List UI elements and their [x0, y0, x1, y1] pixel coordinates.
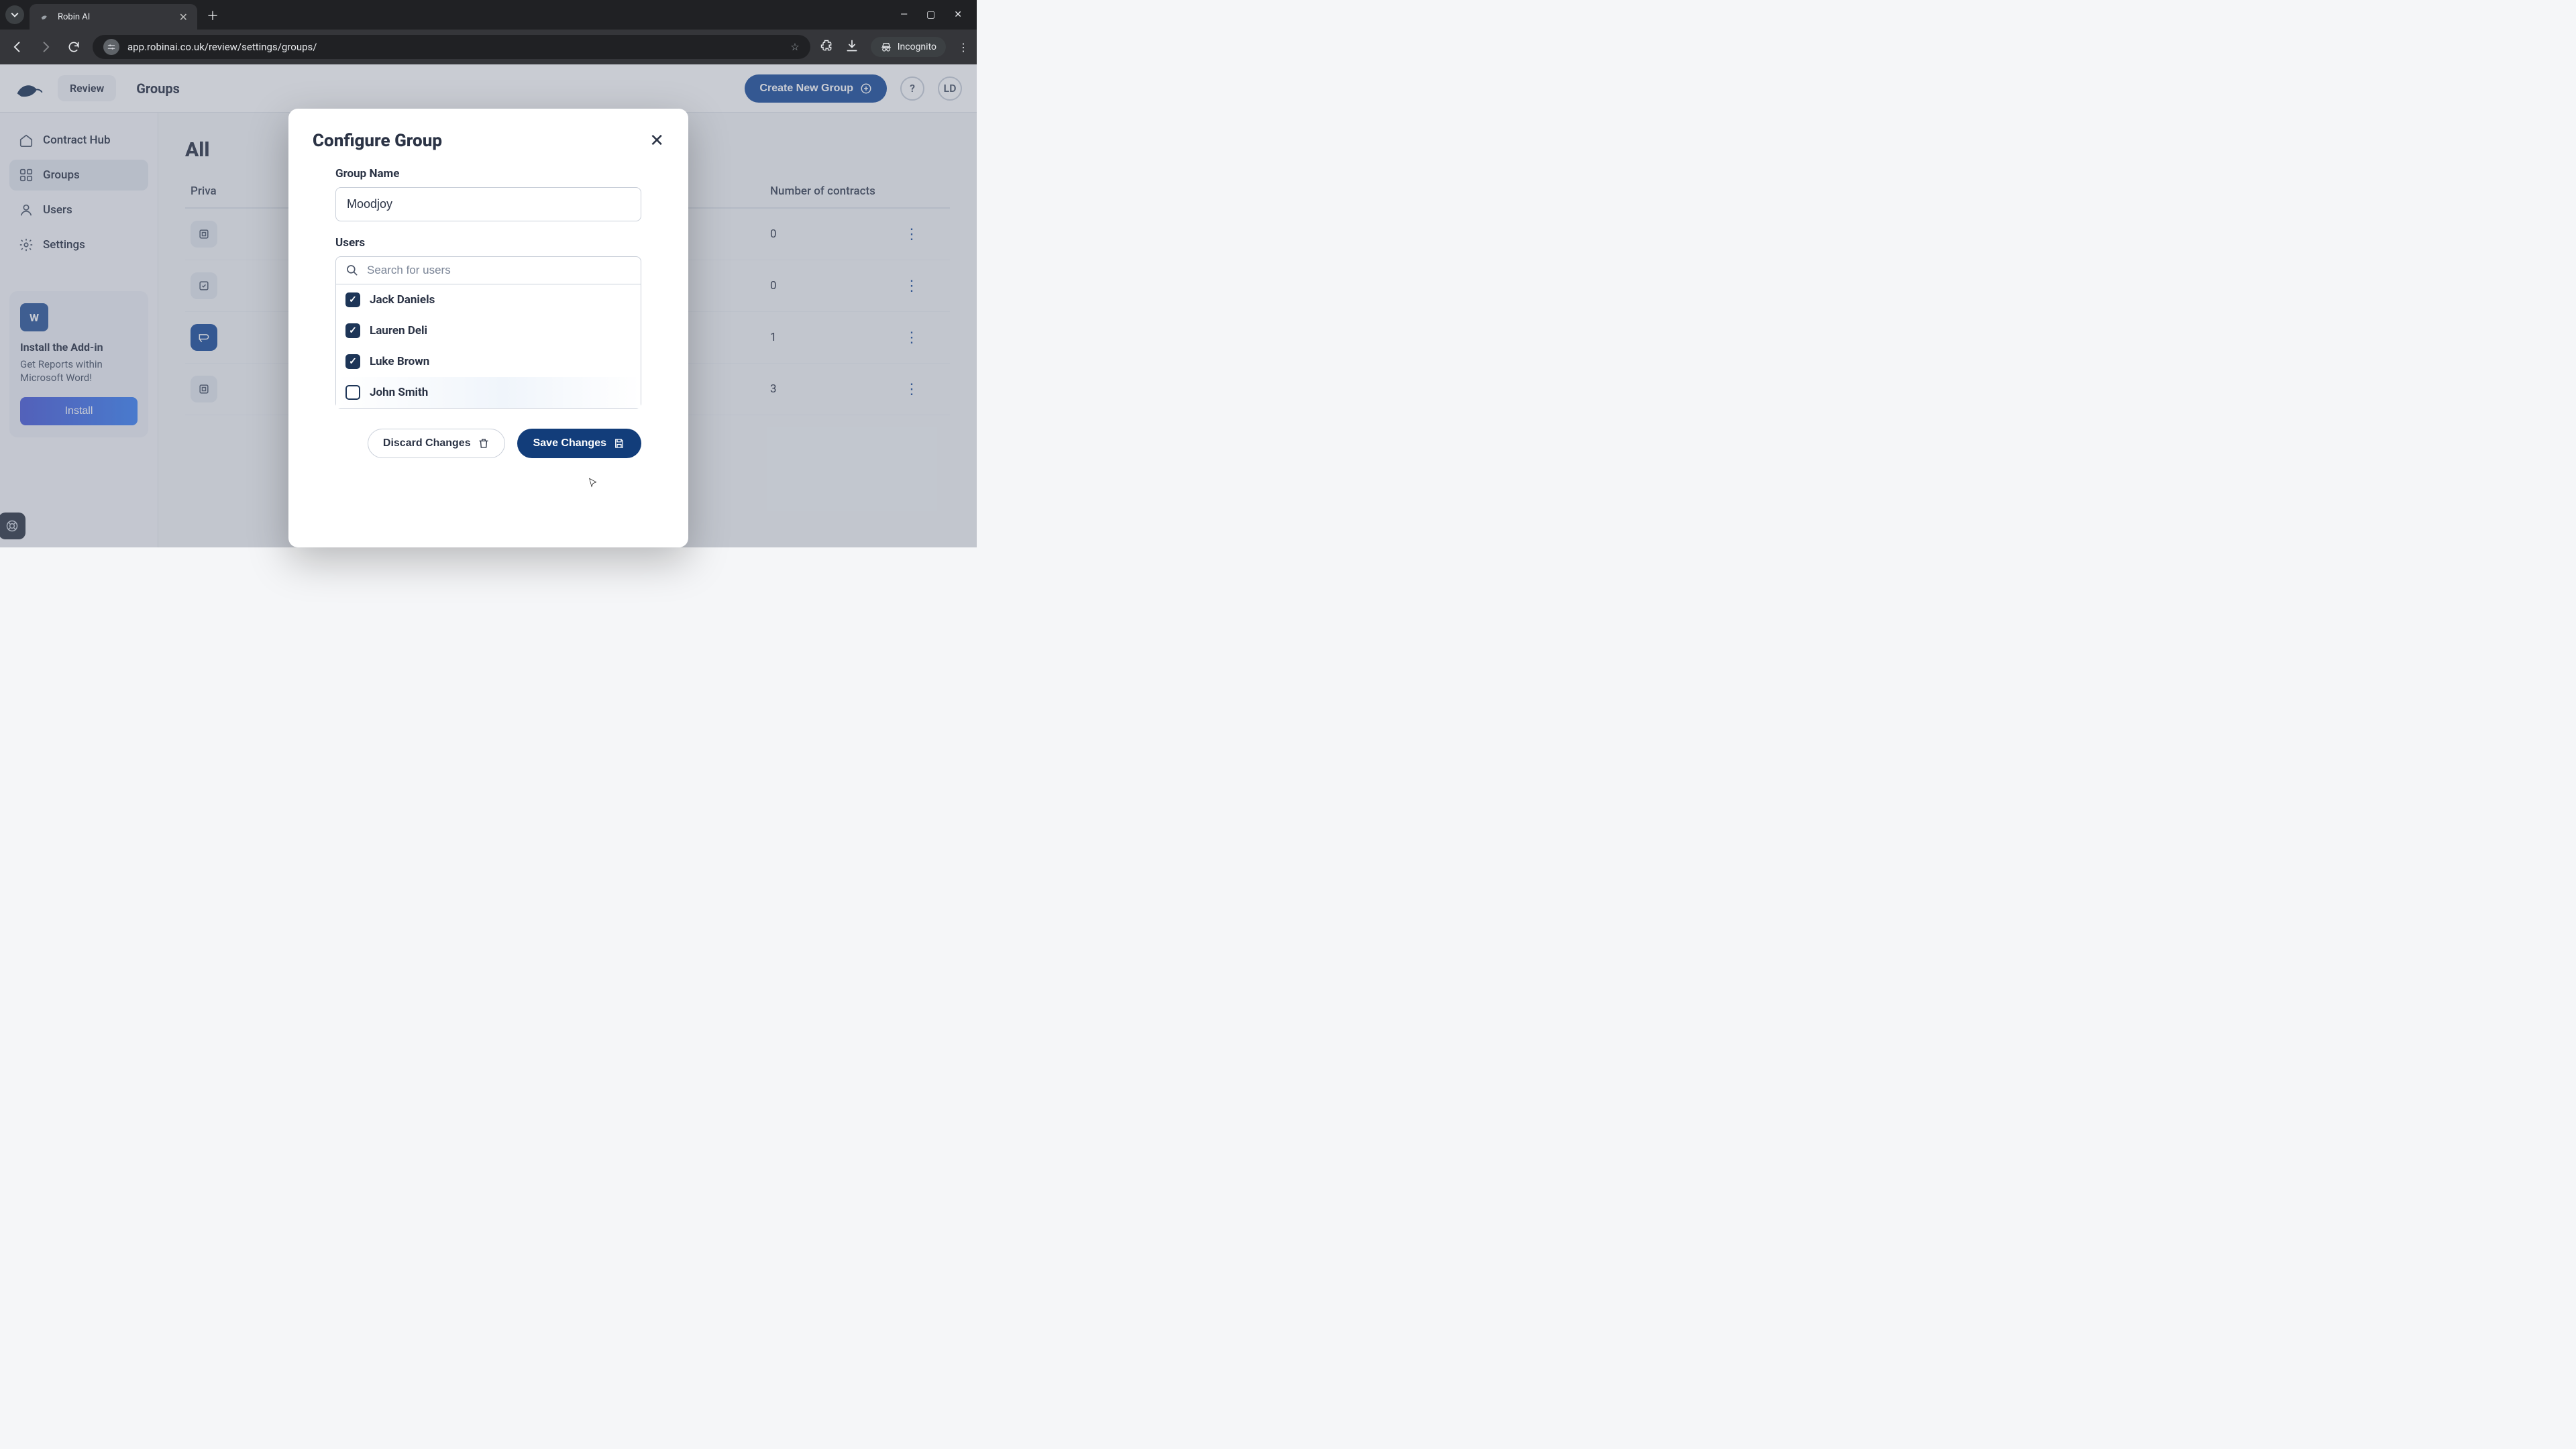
- site-settings-icon[interactable]: [103, 39, 119, 55]
- group-name-input[interactable]: [335, 187, 641, 221]
- url-text: app.robinai.co.uk/review/settings/groups…: [127, 41, 317, 53]
- save-changes-button[interactable]: Save Changes: [517, 429, 641, 458]
- favicon-icon: [39, 11, 51, 23]
- modal-overlay: Configure Group ✕ Group Name Users Jack …: [0, 64, 977, 547]
- search-icon: [345, 264, 359, 277]
- browser-tab[interactable]: Robin AI ✕: [30, 4, 197, 30]
- url-bar: app.robinai.co.uk/review/settings/groups…: [0, 30, 977, 64]
- cursor-icon: [588, 478, 598, 488]
- maximize-icon[interactable]: ▢: [926, 9, 935, 20]
- user-name: Jack Daniels: [370, 293, 435, 307]
- close-icon: ✕: [649, 130, 664, 150]
- close-tab-icon[interactable]: ✕: [179, 11, 188, 23]
- tab-search-dropdown[interactable]: [5, 5, 24, 24]
- tab-title: Robin AI: [58, 12, 90, 22]
- user-search-input[interactable]: [367, 264, 631, 277]
- user-option[interactable]: Jack Daniels: [336, 284, 641, 315]
- window-controls: — ▢ ✕: [900, 9, 971, 20]
- browser-chrome: Robin AI ✕ ＋ — ▢ ✕ app.robinai.co.uk/rev…: [0, 0, 977, 64]
- extensions-icon[interactable]: [820, 39, 833, 55]
- address-bar[interactable]: app.robinai.co.uk/review/settings/groups…: [93, 35, 810, 59]
- trash-icon: [478, 437, 490, 449]
- incognito-icon: [880, 41, 892, 53]
- checkbox-icon[interactable]: [345, 385, 360, 400]
- back-button[interactable]: [8, 38, 27, 56]
- discard-label: Discard Changes: [383, 437, 471, 449]
- save-label: Save Changes: [533, 437, 606, 449]
- new-tab-button[interactable]: ＋: [207, 7, 219, 24]
- downloads-icon[interactable]: [845, 39, 859, 55]
- checkbox-icon[interactable]: [345, 292, 360, 307]
- user-name: John Smith: [370, 386, 428, 399]
- user-list: Jack Daniels Lauren Deli Luke Brown John…: [335, 284, 641, 409]
- close-window-icon[interactable]: ✕: [954, 9, 962, 20]
- reload-button[interactable]: [64, 38, 83, 56]
- checkbox-icon[interactable]: [345, 323, 360, 338]
- user-name: Lauren Deli: [370, 324, 427, 337]
- discard-changes-button[interactable]: Discard Changes: [368, 429, 505, 458]
- minimize-icon[interactable]: —: [900, 9, 908, 20]
- save-icon: [613, 437, 625, 449]
- bookmark-star-icon[interactable]: ☆: [790, 41, 799, 53]
- configure-group-modal: Configure Group ✕ Group Name Users Jack …: [288, 109, 688, 547]
- tab-bar: Robin AI ✕ ＋ — ▢ ✕: [0, 0, 977, 30]
- browser-menu-icon[interactable]: ⋮: [958, 41, 969, 54]
- incognito-label: Incognito: [898, 42, 936, 52]
- chevron-down-icon: [11, 11, 19, 19]
- user-name: Luke Brown: [370, 355, 429, 368]
- forward-button[interactable]: [36, 38, 55, 56]
- user-option[interactable]: John Smith: [336, 377, 641, 408]
- checkbox-icon[interactable]: [345, 354, 360, 369]
- modal-title: Configure Group: [313, 131, 442, 151]
- user-search-field[interactable]: [335, 256, 641, 284]
- group-name-label: Group Name: [335, 167, 641, 180]
- close-modal-button[interactable]: ✕: [649, 130, 664, 151]
- incognito-chip[interactable]: Incognito: [871, 37, 946, 57]
- user-option[interactable]: Luke Brown: [336, 346, 641, 377]
- users-label: Users: [335, 236, 641, 250]
- user-option[interactable]: Lauren Deli: [336, 315, 641, 346]
